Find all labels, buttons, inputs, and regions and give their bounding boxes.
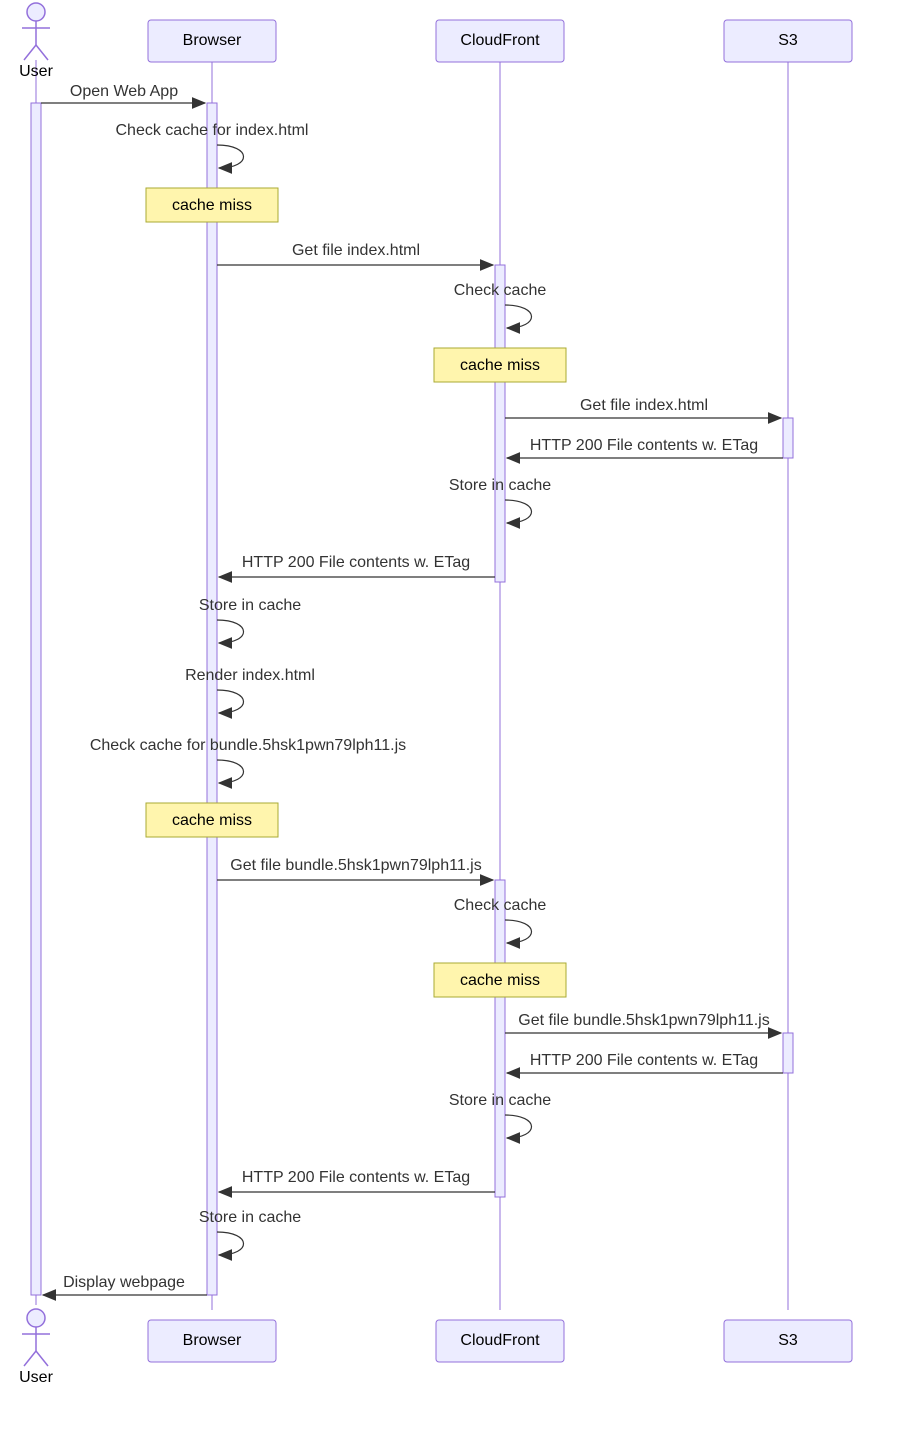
activation-user — [31, 103, 41, 1295]
msg-cf-check-cache-1: Check cache — [454, 282, 547, 299]
participant-s3-label-top: S3 — [778, 32, 798, 49]
msg-get-bundle-cf: Get file bundle.5hsk1pwn79lph11.js — [230, 857, 481, 874]
note-cache-miss-1-text: cache miss — [172, 197, 252, 214]
note-cache-miss-2-text: cache miss — [460, 357, 540, 374]
msg-get-bundle-s3: Get file bundle.5hsk1pwn79lph11.js — [518, 1012, 769, 1029]
msg-cf-200-1: HTTP 200 File contents w. ETag — [242, 554, 470, 571]
actor-user-label-top: User — [19, 63, 53, 80]
msg-cf-store-1: Store in cache — [449, 477, 551, 494]
msg-render-index: Render index.html — [185, 667, 315, 684]
msg-open-web-app: Open Web App — [70, 83, 178, 100]
msg-get-index-cf: Get file index.html — [292, 242, 420, 259]
activation-s3-2 — [783, 1033, 793, 1073]
actor-user-label-bottom: User — [19, 1369, 53, 1386]
activation-browser — [207, 103, 217, 1295]
msg-cf-store-2: Store in cache — [449, 1092, 551, 1109]
note-cache-miss-3-text: cache miss — [172, 812, 252, 829]
msg-display-webpage: Display webpage — [63, 1274, 185, 1291]
msg-browser-store-2: Store in cache — [199, 1209, 301, 1226]
activation-s3-1 — [783, 418, 793, 458]
msg-browser-store-1: Store in cache — [199, 597, 301, 614]
participant-s3-top: S3 — [724, 20, 852, 62]
actor-user-bottom: User — [19, 1309, 53, 1386]
actor-user-top: User — [19, 3, 53, 80]
msg-get-index-s3: Get file index.html — [580, 397, 708, 414]
participant-s3-bottom: S3 — [724, 1320, 852, 1362]
participant-browser-bottom: Browser — [148, 1320, 276, 1362]
participant-cloudfront-top: CloudFront — [436, 20, 564, 62]
activation-cloudfront-2 — [495, 880, 505, 1197]
participant-cloudfront-label-bottom: CloudFront — [460, 1332, 540, 1349]
participant-browser-label-bottom: Browser — [183, 1332, 242, 1349]
msg-check-cache-bundle: Check cache for bundle.5hsk1pwn79lph11.j… — [90, 737, 406, 754]
participant-cloudfront-bottom: CloudFront — [436, 1320, 564, 1362]
participant-cloudfront-label-top: CloudFront — [460, 32, 540, 49]
msg-s3-200-2: HTTP 200 File contents w. ETag — [530, 1052, 758, 1069]
msg-s3-200-1: HTTP 200 File contents w. ETag — [530, 437, 758, 454]
msg-cf-200-2: HTTP 200 File contents w. ETag — [242, 1169, 470, 1186]
msg-check-cache-index: Check cache for index.html — [116, 122, 309, 139]
sequence-diagram: User Browser CloudFront S3 Open Web App … — [0, 0, 908, 1454]
msg-cf-check-cache-2: Check cache — [454, 897, 547, 914]
participant-browser-top: Browser — [148, 20, 276, 62]
activation-cloudfront-1 — [495, 265, 505, 582]
participant-s3-label-bottom: S3 — [778, 1332, 798, 1349]
participant-browser-label-top: Browser — [183, 32, 242, 49]
note-cache-miss-4-text: cache miss — [460, 972, 540, 989]
